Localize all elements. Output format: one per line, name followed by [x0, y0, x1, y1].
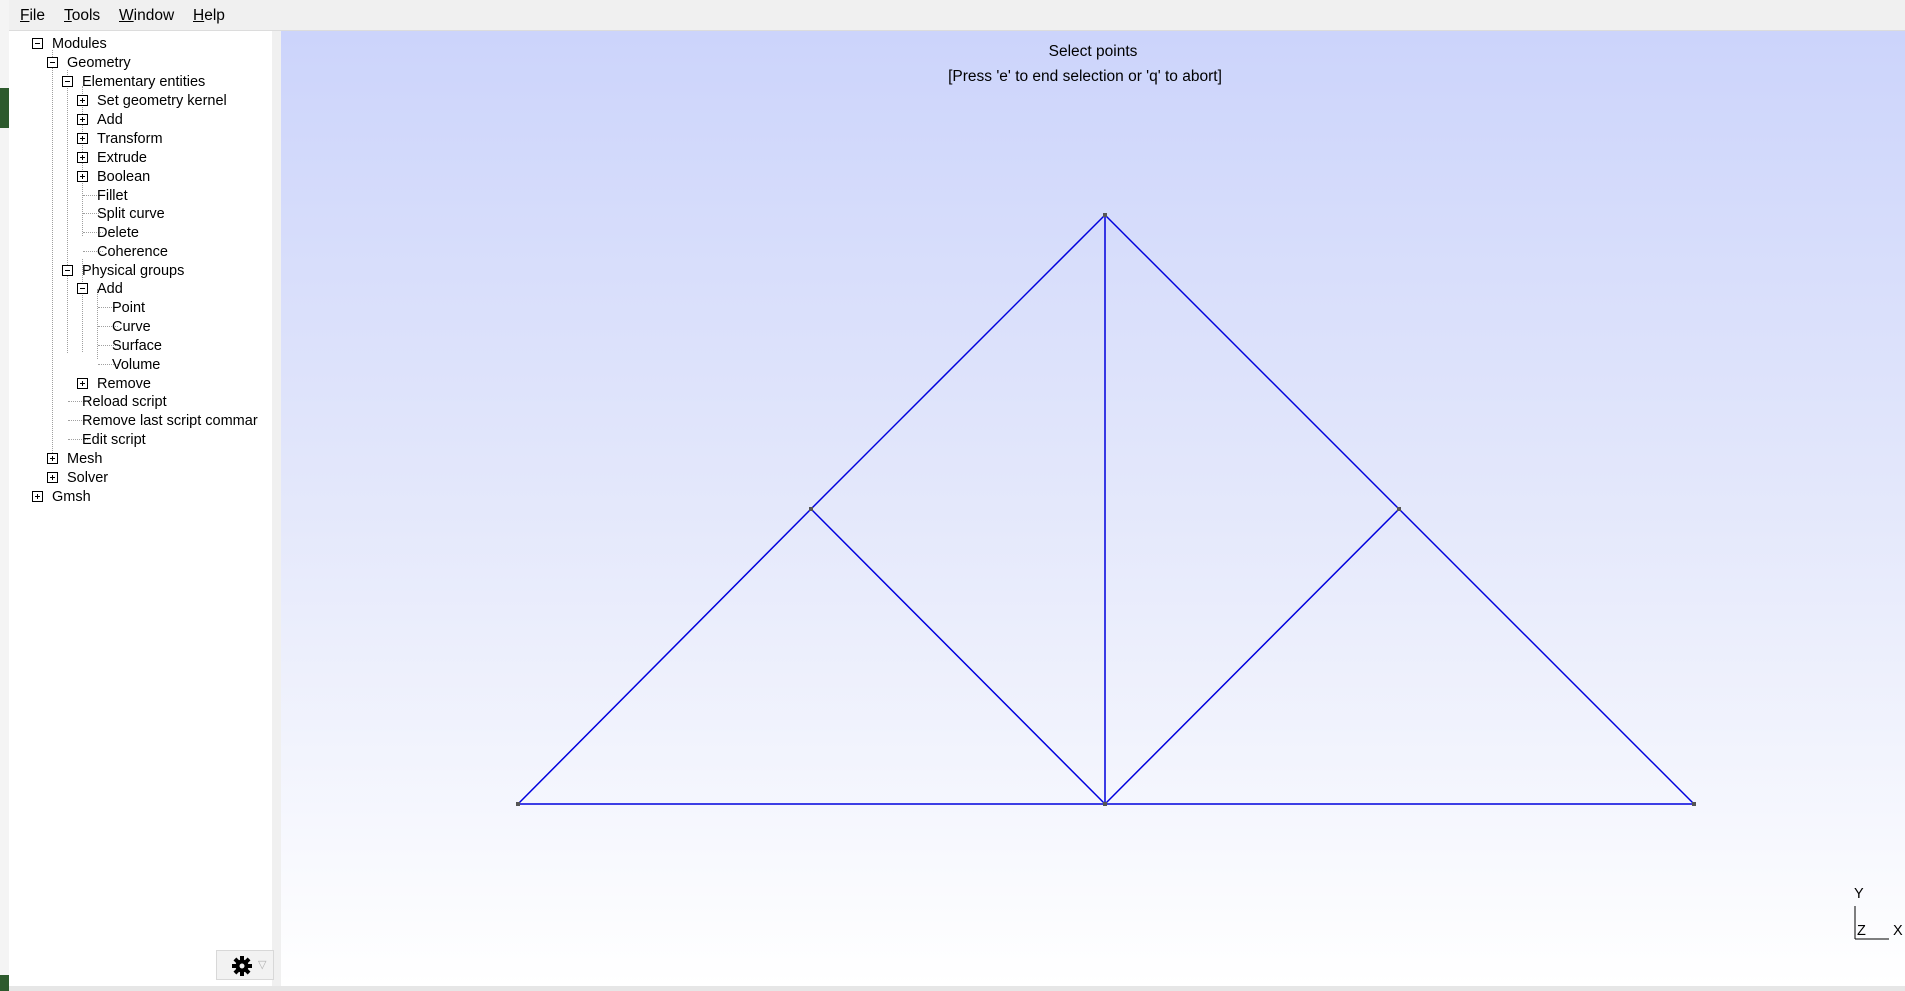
- point-mid-left[interactable]: [809, 507, 813, 511]
- curve-right-upper[interactable]: [1104, 214, 1400, 510]
- tree-item-gmsh[interactable]: Gmsh: [52, 488, 91, 506]
- dropdown-arrow-icon: ▽: [258, 959, 267, 971]
- point-bottom-right[interactable]: [1692, 802, 1696, 806]
- tree-item-modules[interactable]: Modules: [52, 35, 107, 53]
- tree-item-pg-add[interactable]: Add: [97, 280, 123, 298]
- settings-menu-button[interactable]: ▽: [216, 950, 274, 980]
- tree-item-set-geometry-kernel[interactable]: Set geometry kernel: [97, 92, 227, 110]
- collapse-modules-icon[interactable]: [32, 38, 43, 49]
- menu-bar: File Tools Window Help: [9, 0, 1905, 31]
- tree-item-curve[interactable]: Curve: [112, 318, 151, 336]
- geometry-lines: [517, 214, 1695, 805]
- tree-item-transform[interactable]: Transform: [97, 130, 163, 148]
- tree-item-point[interactable]: Point: [112, 299, 145, 317]
- menu-help[interactable]: Help: [193, 7, 225, 25]
- tree-item-boolean[interactable]: Boolean: [97, 168, 150, 186]
- tree-item-geometry[interactable]: Geometry: [67, 54, 131, 72]
- point-bottom-left[interactable]: [516, 802, 520, 806]
- tree-item-elementary-entities[interactable]: Elementary entities: [82, 73, 205, 91]
- collapse-elementary-entities-icon[interactable]: [62, 76, 73, 87]
- collapse-geometry-icon[interactable]: [47, 57, 58, 68]
- menu-window[interactable]: Window: [119, 7, 174, 25]
- menu-tools[interactable]: Tools: [64, 7, 100, 25]
- curve-right-lower[interactable]: [1398, 508, 1695, 805]
- tree-item-volume[interactable]: Volume: [112, 356, 160, 374]
- expand-solver-icon[interactable]: [47, 472, 58, 483]
- axes-lines: [1854, 906, 1889, 940]
- axes-indicator: Y Z X: [1851, 886, 1905, 946]
- tree-item-remove-last-script-command[interactable]: Remove last script commar: [82, 412, 270, 430]
- gear-icon: [232, 956, 252, 976]
- tree-item-extrude[interactable]: Extrude: [97, 149, 147, 167]
- tree-item-coherence[interactable]: Coherence: [97, 243, 168, 261]
- tree-item-fillet[interactable]: Fillet: [97, 187, 128, 205]
- collapse-pg-add-icon[interactable]: [77, 283, 88, 294]
- panel-splitter[interactable]: [272, 31, 280, 986]
- geometry-points: [516, 213, 1696, 806]
- tree-item-delete[interactable]: Delete: [97, 224, 139, 242]
- expand-gmsh-icon[interactable]: [32, 491, 43, 502]
- expand-extrude-icon[interactable]: [77, 152, 88, 163]
- tree-item-split-curve[interactable]: Split curve: [97, 205, 165, 223]
- status-strip: [9, 986, 1905, 991]
- expand-mesh-icon[interactable]: [47, 453, 58, 464]
- point-mid-right[interactable]: [1397, 507, 1401, 511]
- menu-file[interactable]: File: [20, 7, 45, 25]
- graphics-viewport[interactable]: Select points [Press 'e' to end selectio…: [281, 31, 1905, 986]
- curve-inner-left[interactable]: [810, 508, 1106, 805]
- desktop-edge: [0, 0, 9, 991]
- module-tree[interactable]: Modules Geometry Elementary entities Set…: [9, 31, 280, 986]
- curve-left-lower[interactable]: [517, 508, 812, 805]
- tree-item-mesh[interactable]: Mesh: [67, 450, 102, 468]
- curve-inner-right[interactable]: [1104, 508, 1400, 805]
- point-bottom-mid[interactable]: [1103, 802, 1107, 806]
- geometry-canvas[interactable]: [281, 31, 1905, 986]
- expand-add-icon[interactable]: [77, 114, 88, 125]
- expand-set-geometry-kernel-icon[interactable]: [77, 95, 88, 106]
- expand-transform-icon[interactable]: [77, 133, 88, 144]
- tree-item-add[interactable]: Add: [97, 111, 123, 129]
- tree-item-surface[interactable]: Surface: [112, 337, 162, 355]
- curve-left-upper[interactable]: [810, 214, 1106, 510]
- tree-item-remove[interactable]: Remove: [97, 375, 151, 393]
- tree-item-physical-groups[interactable]: Physical groups: [82, 262, 184, 280]
- collapse-physical-groups-icon[interactable]: [62, 265, 73, 276]
- tree-item-edit-script[interactable]: Edit script: [82, 431, 146, 449]
- expand-boolean-icon[interactable]: [77, 171, 88, 182]
- expand-remove-icon[interactable]: [77, 378, 88, 389]
- point-apex[interactable]: [1103, 213, 1107, 217]
- tree-item-solver[interactable]: Solver: [67, 469, 108, 487]
- tree-item-reload-script[interactable]: Reload script: [82, 393, 167, 411]
